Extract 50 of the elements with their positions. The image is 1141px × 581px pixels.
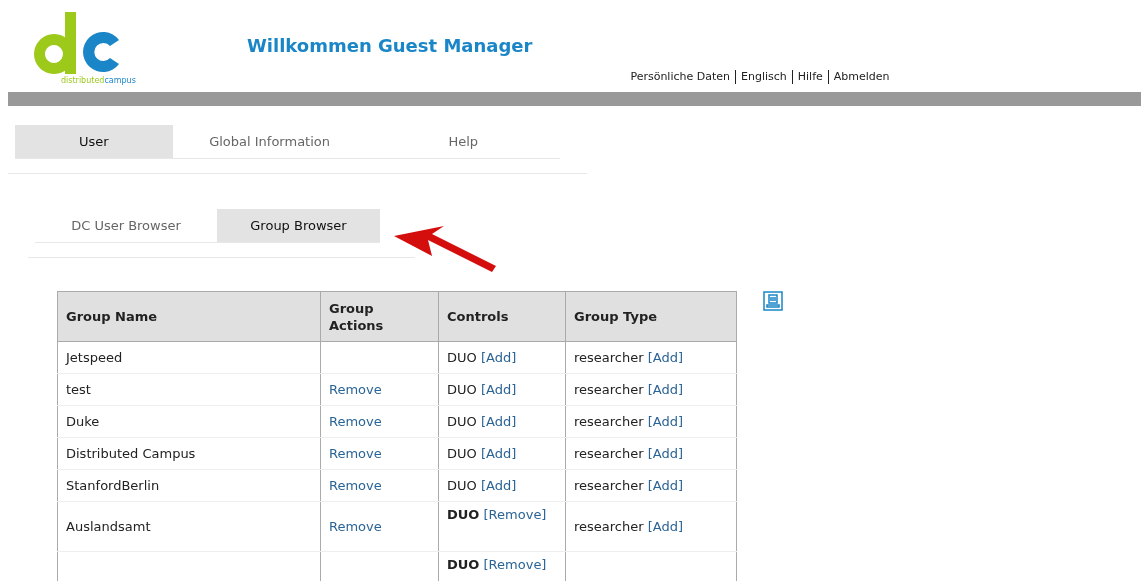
control-label: DUO xyxy=(447,507,480,522)
group-type: researcher xyxy=(574,382,644,397)
group-name: StanfordBerlin xyxy=(66,478,160,493)
control-link[interactable]: [Add] xyxy=(480,478,517,493)
control-link[interactable]: [Remove] xyxy=(483,557,547,572)
control-link[interactable]: [Add] xyxy=(480,414,517,429)
header-link[interactable]: Persönliche Daten xyxy=(625,70,735,84)
control-label: DUO xyxy=(447,414,477,429)
type-link[interactable]: [Add] xyxy=(647,414,684,429)
tab[interactable]: Global Information xyxy=(172,125,367,158)
control-label: DUO xyxy=(447,446,477,461)
type-link[interactable]: [Add] xyxy=(647,382,684,397)
group-type: researcher xyxy=(574,478,644,493)
group-name: Distributed Campus xyxy=(66,446,196,461)
column-header: Controls xyxy=(438,291,566,342)
type-link[interactable]: [Add] xyxy=(647,446,684,461)
control-link[interactable]: [Add] xyxy=(480,350,517,365)
header-link[interactable]: Englisch xyxy=(735,70,792,84)
logo-text: distributedcampus xyxy=(61,76,137,85)
group-type: researcher xyxy=(574,414,644,429)
arrow-icon xyxy=(392,226,498,274)
remove-link[interactable]: Remove xyxy=(329,519,382,534)
column-header: Group Name xyxy=(57,291,321,342)
type-link[interactable]: [Add] xyxy=(647,478,684,493)
type-link[interactable]: [Add] xyxy=(647,350,684,365)
tab[interactable]: Group Browser xyxy=(217,209,380,242)
control-label: DUO xyxy=(447,478,477,493)
tab[interactable]: User xyxy=(15,125,173,158)
group-type: researcher xyxy=(574,519,644,534)
group-type: researcher xyxy=(574,446,644,461)
control-label: DUO xyxy=(447,350,477,365)
group-name: test xyxy=(66,382,91,397)
group-name: Duke xyxy=(66,414,100,429)
header-link[interactable]: Hilfe xyxy=(791,70,828,84)
control-label: DUO xyxy=(447,557,480,572)
tab[interactable]: DC User Browser xyxy=(35,209,217,242)
control-link[interactable]: [Add] xyxy=(480,446,517,461)
control-link[interactable]: [Add] xyxy=(480,382,517,397)
type-link[interactable]: [Add] xyxy=(647,519,684,534)
tab[interactable]: Help xyxy=(366,125,560,158)
control-label: DUO xyxy=(447,382,477,397)
group-name: Auslandsamt xyxy=(66,519,151,534)
page-title: Willkommen Guest Manager xyxy=(247,35,533,56)
control-link[interactable]: [Remove] xyxy=(483,507,547,522)
column-header: Group Type xyxy=(565,291,737,342)
column-header: Group Actions xyxy=(320,291,439,342)
header-link[interactable]: Abmelden xyxy=(827,70,895,84)
group-type: researcher xyxy=(574,350,644,365)
group-name: Jetspeed xyxy=(66,350,123,365)
print-icon[interactable] xyxy=(763,291,783,311)
